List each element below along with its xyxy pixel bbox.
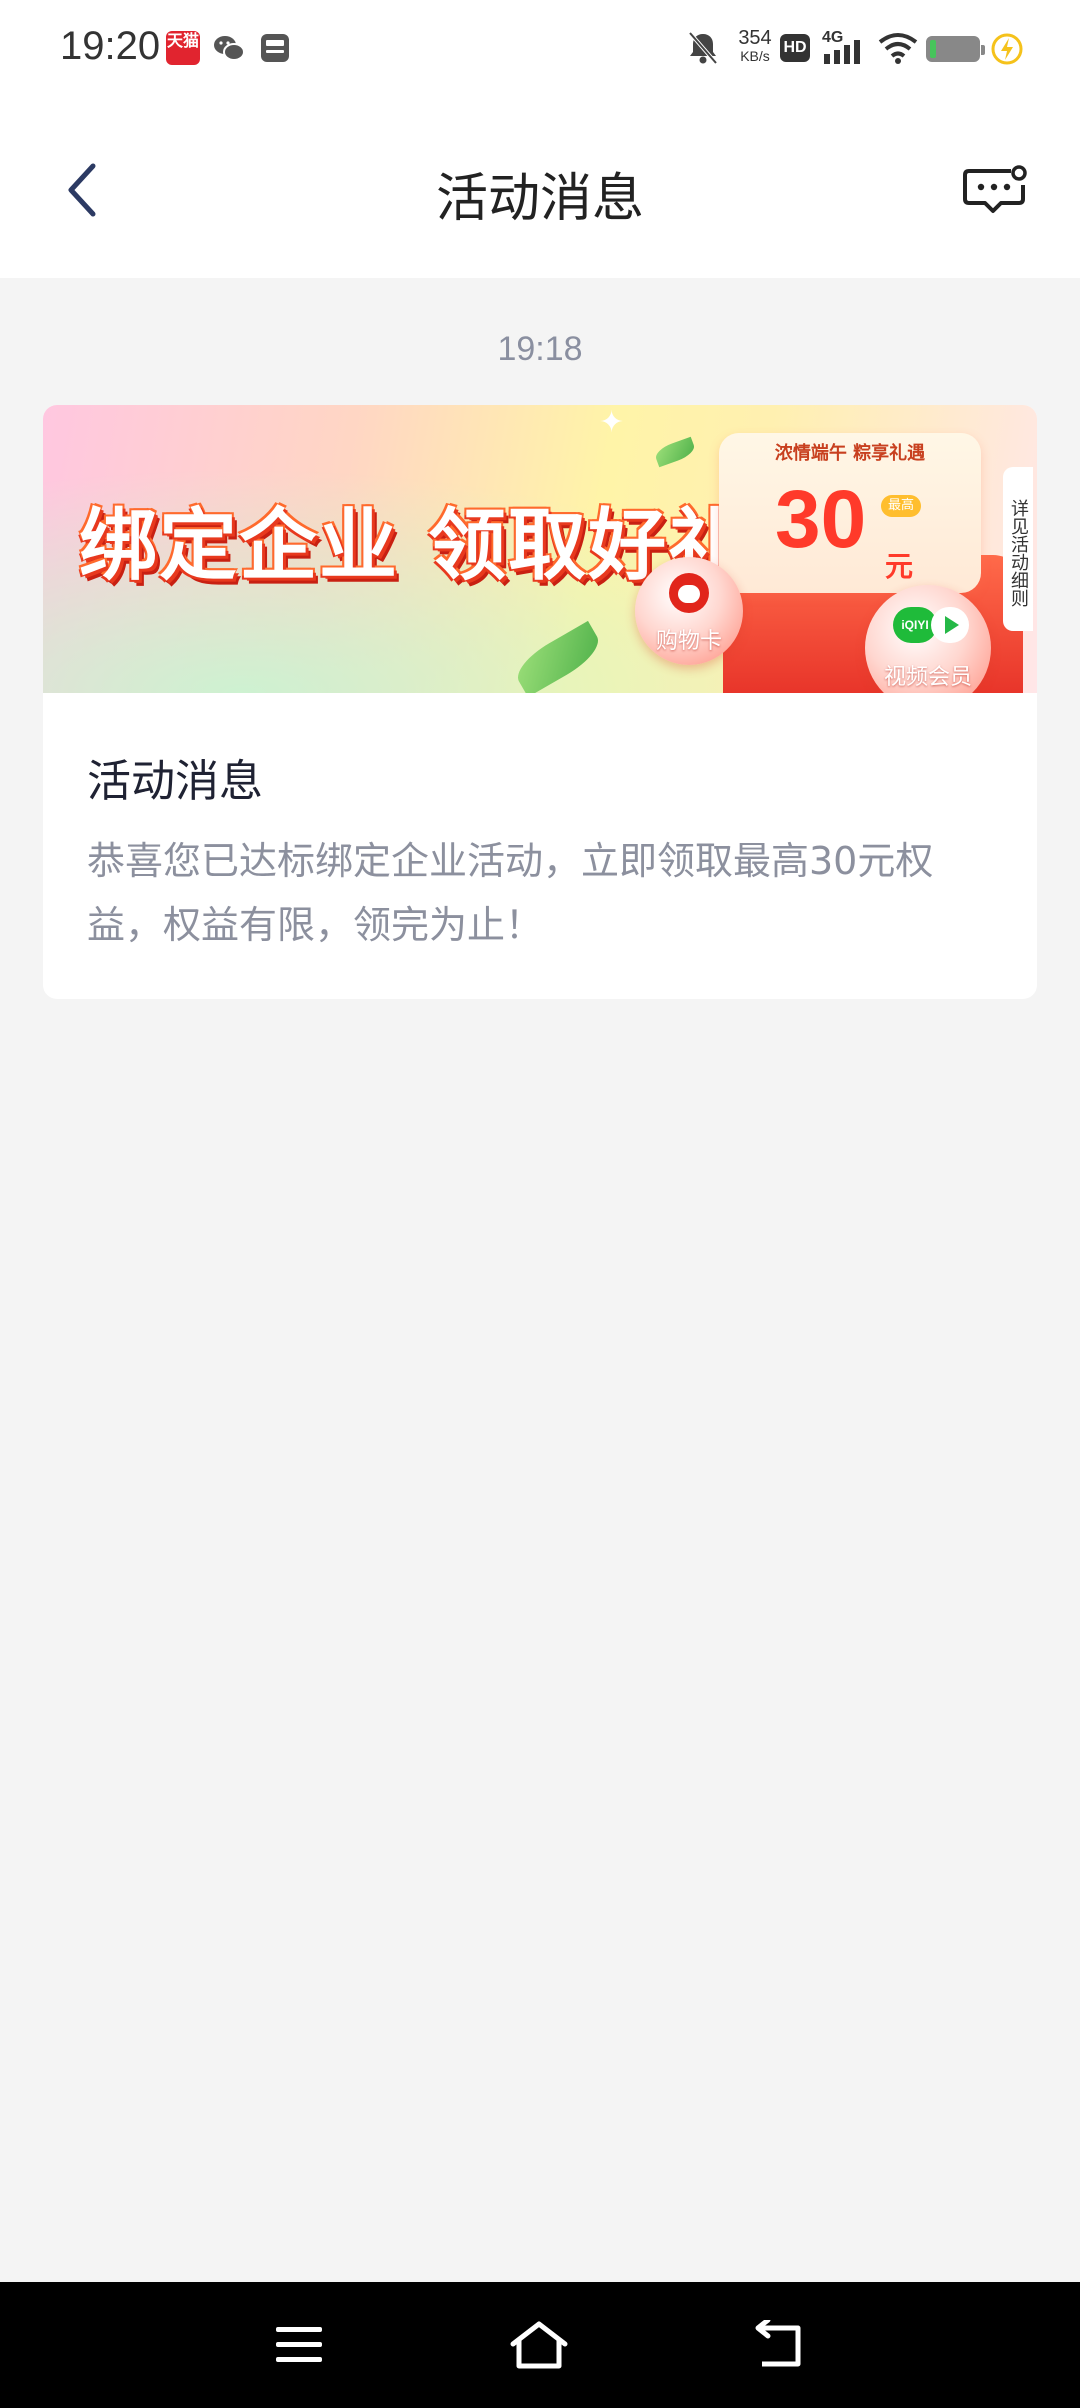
jd-logo-icon bbox=[669, 573, 709, 613]
shopping-card-bubble: 购物卡 bbox=[635, 557, 743, 665]
message-body: 恭喜您已达标绑定企业活动，立即领取最高30元权益，权益有限，领完为止！ bbox=[87, 839, 934, 947]
menu-button[interactable] bbox=[266, 2312, 332, 2378]
net-speed-unit: KB/s bbox=[740, 48, 770, 64]
tmall-icon-label: 天猫 bbox=[166, 31, 199, 50]
gift-amount: 30 bbox=[775, 474, 867, 565]
video-member-label: 视频会员 bbox=[883, 665, 972, 690]
shopping-card-label: 购物卡 bbox=[655, 629, 722, 654]
page-title: 活动消息 bbox=[435, 169, 644, 229]
signal-icon: 4G bbox=[820, 28, 868, 72]
battery-nub bbox=[981, 45, 985, 55]
rules-side-tab[interactable]: 详见活动细则 bbox=[1003, 467, 1033, 631]
sparkle-decoration: ✦ bbox=[599, 405, 625, 440]
message-title: 活动消息 bbox=[87, 756, 263, 807]
message-settings-icon bbox=[963, 165, 1027, 213]
home-icon bbox=[510, 2321, 568, 2369]
back-icon bbox=[755, 2320, 801, 2367]
tmall-icon: 天猫 bbox=[166, 31, 200, 65]
home-button[interactable] bbox=[506, 2312, 572, 2378]
message-settings-button[interactable] bbox=[956, 150, 1036, 230]
gift-badge: 最高 bbox=[881, 495, 921, 517]
promo-banner[interactable]: ✦ 绑定企业 领取好礼 浓情端午 粽享礼遇 30 最高 元 详见活动细则 购物卡… bbox=[43, 405, 1037, 693]
net-speed: 354 KB/s bbox=[730, 28, 780, 64]
battery-icon bbox=[926, 36, 985, 62]
status-time: 19:20 bbox=[60, 24, 161, 68]
message-timestamp: 19:18 bbox=[497, 330, 583, 368]
back-nav-button[interactable] bbox=[746, 2312, 812, 2378]
status-bar: 19:20 天猫 354 KB/s HD 4G bbox=[0, 0, 1080, 100]
bus-icon bbox=[258, 31, 292, 65]
wechat-icon bbox=[212, 31, 246, 65]
network-type-label: 4G bbox=[822, 29, 843, 46]
message-card[interactable]: ✦ 绑定企业 领取好礼 浓情端午 粽享礼遇 30 最高 元 详见活动细则 购物卡… bbox=[43, 405, 1037, 999]
hd-badge: HD bbox=[780, 34, 810, 62]
net-speed-value: 354 bbox=[738, 27, 772, 49]
header-bar: 活动消息 bbox=[0, 100, 1080, 278]
gift-unit: 元 bbox=[885, 550, 914, 583]
mute-bell-icon bbox=[686, 30, 720, 70]
wifi-icon bbox=[878, 32, 918, 68]
menu-icon bbox=[276, 2327, 322, 2362]
play-icon bbox=[931, 607, 969, 643]
charging-icon bbox=[990, 32, 1024, 70]
gift-coupon: 浓情端午 粽享礼遇 30 最高 元 bbox=[719, 433, 981, 593]
battery-level bbox=[930, 40, 936, 58]
gift-tag: 浓情端午 粽享礼遇 bbox=[774, 443, 926, 464]
system-nav-bar bbox=[0, 2282, 1080, 2408]
